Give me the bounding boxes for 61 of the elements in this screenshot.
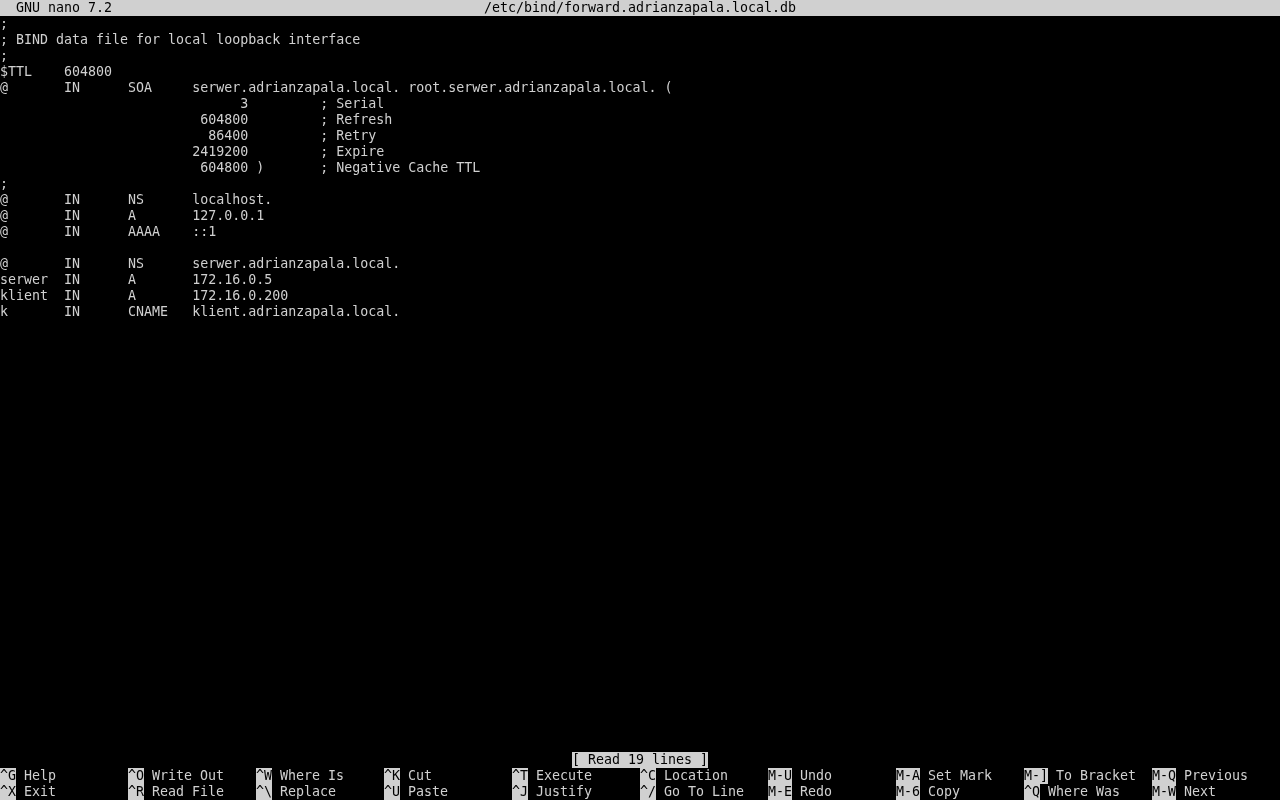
shortcut-label: Next	[1184, 784, 1217, 800]
code-line: 604800 ; Refresh	[199, 112, 393, 127]
shortcut-key: ^K	[384, 768, 400, 784]
code-line: ;	[0, 176, 8, 191]
shortcut-key: M-Q	[1152, 768, 1177, 784]
shortcut-label: Copy	[928, 784, 961, 800]
code-line: serwer IN A 172.16.0.5	[0, 272, 273, 287]
shortcut-label: Help	[24, 768, 57, 784]
code-line: ;	[0, 48, 8, 63]
shortcut-label: Location	[664, 768, 729, 784]
shortcut-key: M-]	[1024, 768, 1049, 784]
code-line: $TTL 604800	[0, 64, 113, 79]
shortcut-label: Go To Line	[664, 784, 745, 800]
shortcut-key: ^Q	[1024, 784, 1040, 800]
code-line: 2419200 ; Expire	[191, 144, 385, 159]
shortcut-label: Previous	[1184, 768, 1249, 784]
shortcut-key: ^C	[640, 768, 656, 784]
shortcut-label: Justify	[536, 784, 593, 800]
app-name: GNU nano 7.2	[15, 0, 113, 16]
code-line: 604800 ) ; Negative Cache TTL	[199, 160, 481, 175]
shortcut-label: Read File	[152, 784, 225, 800]
shortcut-label: Undo	[800, 768, 833, 784]
shortcut-key: ^R	[128, 784, 144, 800]
shortcut-label: Where Is	[280, 768, 345, 784]
shortcut-key: ^\	[256, 784, 272, 800]
shortcut-key: ^G	[0, 768, 16, 784]
status-message: [ Read 19 lines ]	[571, 752, 709, 768]
file-path: /etc/bind/forward.adrianzapala.local.db	[483, 0, 797, 16]
shortcut-label: To Bracket	[1056, 768, 1137, 784]
shortcut-key: ^T	[512, 768, 528, 784]
shortcut-label: Redo	[800, 784, 833, 800]
shortcut-label: Paste	[408, 784, 449, 800]
shortcut-key: ^/	[640, 784, 656, 800]
shortcut-key: ^X	[0, 784, 16, 800]
shortcut-label: Execute	[536, 768, 593, 784]
shortcut-key: M-U	[768, 768, 793, 784]
code-line: klient IN A 172.16.0.200	[0, 288, 289, 303]
code-line: @ IN SOA serwer.adrianzapala.local. root.serwer.adrianzapala.local. (	[0, 80, 673, 95]
shortcut-key: ^O	[128, 768, 144, 784]
shortcut-label: Write Out	[152, 768, 225, 784]
shortcut-label: Replace	[280, 784, 337, 800]
shortcut-label: Exit	[24, 784, 57, 800]
code-line: ; BIND data file for local loopback interface	[0, 32, 361, 47]
code-line: 3 ; Serial	[239, 96, 385, 111]
shortcut-key: M-W	[1152, 784, 1177, 800]
shortcut-key: M-A	[896, 768, 921, 784]
code-line: ;	[0, 16, 8, 31]
shortcut-key: M-E	[768, 784, 793, 800]
code-line: @ IN NS serwer.adrianzapala.local.	[0, 256, 401, 271]
shortcut-key: ^U	[384, 784, 400, 800]
shortcut-label: Where Was	[1048, 784, 1121, 800]
code-line: @ IN A 127.0.0.1	[0, 208, 265, 223]
shortcut-label: Cut	[408, 768, 433, 784]
shortcut-label: Set Mark	[928, 768, 993, 784]
code-line: @ IN NS localhost.	[0, 192, 273, 207]
shortcut-key: ^W	[256, 768, 272, 784]
shortcut-key: ^J	[512, 784, 528, 800]
code-line: k IN CNAME klient.adrianzapala.local.	[0, 304, 401, 319]
code-line: 86400 ; Retry	[207, 128, 377, 143]
code-line: @ IN AAAA ::1	[0, 224, 217, 239]
shortcut-key: M-6	[896, 784, 921, 800]
